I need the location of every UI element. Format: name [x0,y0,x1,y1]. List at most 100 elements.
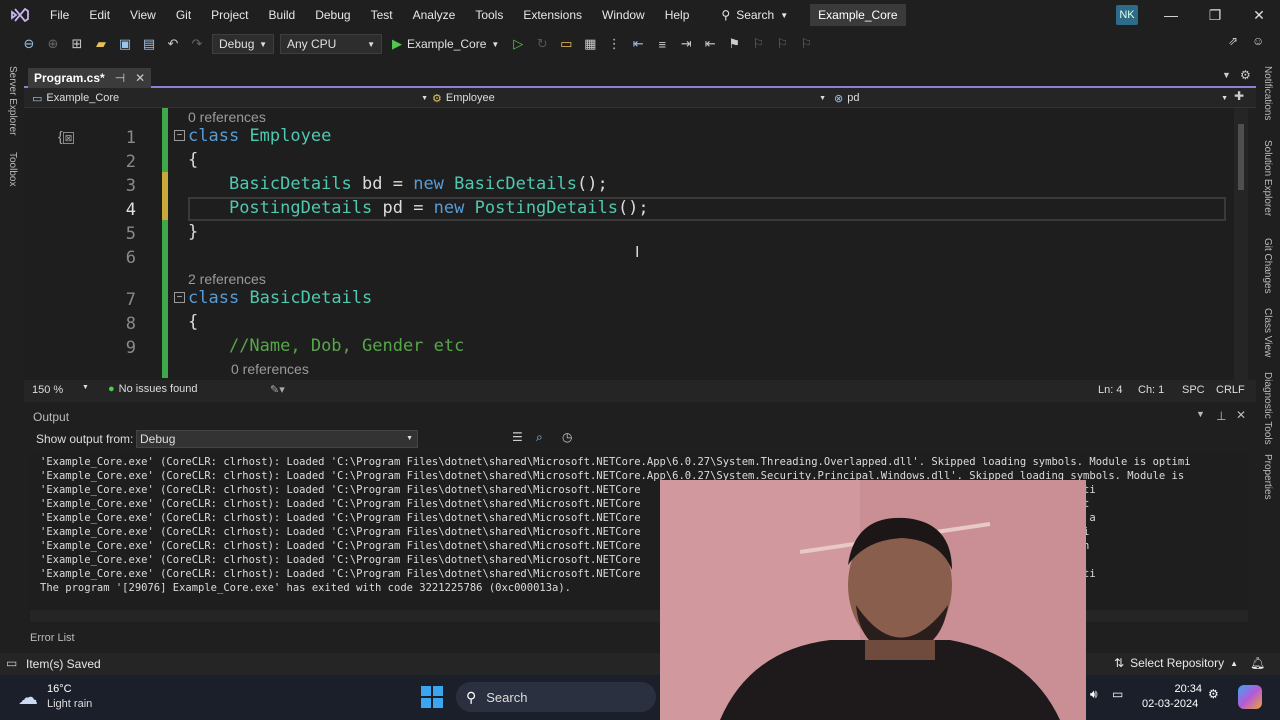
collapse-toggle[interactable]: − [174,292,185,303]
menu-analyze[interactable]: Analyze [403,0,466,30]
hot-reload-icon[interactable]: ↻ [533,35,551,53]
menu-extensions[interactable]: Extensions [513,0,592,30]
clock-time[interactable]: 20:34 [1170,683,1202,695]
browse-icon[interactable]: ▭ [557,35,575,53]
close-panel-icon[interactable]: ✕ [1236,408,1246,422]
column-indicator[interactable]: Ch: 1 [1138,384,1164,396]
scrollbar-thumb[interactable] [1238,124,1244,190]
prev-bookmark-icon[interactable]: ⚐ [749,35,767,53]
clear-bookmarks-icon[interactable]: ⚐ [797,35,815,53]
weather-condition[interactable]: Light rain [47,698,92,710]
whitespace-indicator[interactable]: SPC [1182,384,1205,396]
layout-icon[interactable]: ▦ [581,35,599,53]
find-icon[interactable]: ⌕ [536,430,543,445]
zoom-level[interactable]: 150 % [32,384,63,396]
avatar[interactable]: NK [1116,5,1138,25]
line-number: 1 [125,128,136,148]
copilot-icon[interactable] [1238,685,1262,709]
menu-debug[interactable]: Debug [305,0,360,30]
toolbox-tab[interactable]: Toolbox [7,152,18,186]
windows-start-icon[interactable] [420,685,444,709]
outdent-icon[interactable]: ⇤ [701,35,719,53]
align-icon[interactable]: ≡ [653,35,671,53]
close-window-button[interactable]: ✕ [1238,0,1280,30]
webcam-overlay [660,480,1086,720]
line-ending-indicator[interactable]: CRLF [1216,384,1245,396]
clock-icon[interactable]: ◷ [562,430,572,444]
taskbar-search[interactable]: ⚲ Search [456,682,656,712]
search-menu[interactable]: ⚲ Search ▼ [709,8,800,22]
output-source-select[interactable]: Debug ▼ [136,430,418,448]
code-line: } [188,220,198,244]
open-folder-icon[interactable]: ▰ [92,35,110,53]
run-button[interactable]: ▶ Example_Core ▼ [388,36,503,52]
tab-overflow-icon[interactable]: ▼ [1222,70,1231,80]
select-repository-button[interactable]: ⇅ Select Repository ▲ [1114,656,1238,670]
feedback-icon[interactable]: ☺ [1252,34,1264,48]
notification-icon[interactable]: ⚙ [1208,687,1219,701]
tab-program-cs[interactable]: Program.cs* ⊣ ✕ [28,68,152,88]
split-icon[interactable]: ⋮ [605,35,623,53]
notification-bell-icon[interactable]: 🔔︎ [1250,656,1265,670]
menu-window[interactable]: Window [592,0,655,30]
line-number: 5 [125,224,136,244]
issues-indicator[interactable]: ● No issues found [108,383,198,395]
diagnostic-tools-tab[interactable]: Diagnostic Tools [1262,372,1273,445]
menu-test[interactable]: Test [361,0,403,30]
start-without-debugging-icon[interactable]: ▷ [509,35,527,53]
play-icon: ▶ [392,36,402,51]
menu-file[interactable]: File [40,0,79,30]
volume-icon[interactable]: 🔊︎ [1090,687,1098,702]
clear-all-icon[interactable]: ☰ [512,430,523,444]
maximize-button[interactable]: ❐ [1194,0,1236,30]
undo-icon[interactable]: ↶ [164,35,182,53]
class-view-tab[interactable]: Class View [1262,308,1273,357]
solution-explorer-tab[interactable]: Solution Explorer [1262,140,1273,216]
notifications-tab[interactable]: Notifications [1262,66,1273,120]
navigate-back-icon[interactable]: ⊖ [20,35,38,53]
git-changes-tab[interactable]: Git Changes [1262,238,1273,294]
menu-help[interactable]: Help [655,0,700,30]
split-editor-icon[interactable]: ✚ [1234,89,1244,103]
menu-project[interactable]: Project [201,0,258,30]
pin-icon[interactable]: ⊣ [115,71,125,85]
platform-select[interactable]: Any CPU ▼ [280,34,382,54]
step-icon[interactable]: ⇤ [629,35,647,53]
menu-build[interactable]: Build [259,0,306,30]
navigate-forward-icon[interactable]: ⊕ [44,35,62,53]
save-all-icon[interactable]: ▤ [140,35,158,53]
code-cleanup-icon[interactable]: ✎▾ [270,383,285,396]
menu-git[interactable]: Git [166,0,201,30]
minimize-button[interactable]: — [1150,0,1192,30]
chevron-down-icon: ▼ [421,94,428,102]
pin-panel-icon[interactable]: ⊥ [1216,409,1226,423]
clock-date[interactable]: 02-03-2024 [1142,698,1198,710]
menu-tools[interactable]: Tools [465,0,513,30]
configuration-select[interactable]: Debug ▼ [212,34,274,54]
bookmark-icon[interactable]: ⚑ [725,35,743,53]
share-icon[interactable]: ⇗ [1228,34,1238,48]
chevron-down-icon[interactable]: ▼ [82,384,89,391]
indent-icon[interactable]: ⇥ [677,35,695,53]
close-tab-icon[interactable]: ✕ [135,71,145,85]
collapse-toggle[interactable]: − [174,130,185,141]
server-explorer-tab[interactable]: Server Explorer [7,66,18,135]
line-indicator[interactable]: Ln: 4 [1098,384,1122,396]
menu-edit[interactable]: Edit [79,0,120,30]
menu-view[interactable]: View [120,0,166,30]
next-bookmark-icon[interactable]: ⚐ [773,35,791,53]
visual-studio-logo-icon[interactable] [0,0,40,30]
panel-menu-icon[interactable]: ▼ [1196,409,1205,419]
project-dropdown[interactable]: ▭ Example_Core ▼ [32,90,428,106]
properties-tab[interactable]: Properties [1262,454,1273,500]
weather-temp[interactable]: 16°C [47,683,72,695]
redo-icon[interactable]: ↷ [188,35,206,53]
editor-status-bar: 150 % ▼ ● No issues found ✎▾ Ln: 4 Ch: 1… [24,380,1256,402]
class-dropdown[interactable]: ⚙ Employee ▼ [432,90,826,106]
battery-icon[interactable]: ▭ [1112,687,1123,701]
member-dropdown[interactable]: ⊗ pd ▼ [834,90,1228,106]
settings-icon[interactable]: ⚙ [1240,68,1251,82]
new-project-icon[interactable]: ⊞ [68,35,86,53]
save-icon[interactable]: ▣ [116,35,134,53]
codelens-references[interactable]: 0 references [231,360,309,378]
